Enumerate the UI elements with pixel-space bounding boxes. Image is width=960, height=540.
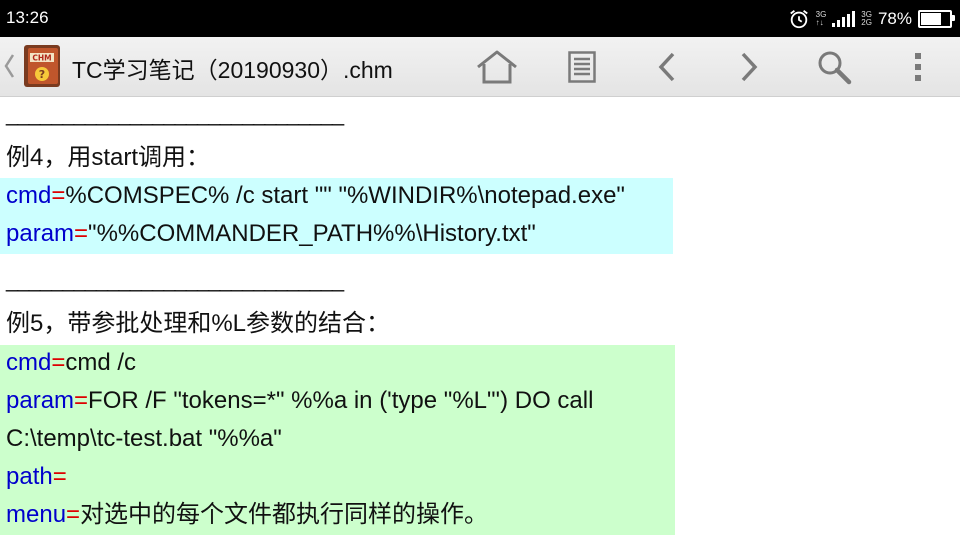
network-type-left: 3G ↑↓	[816, 11, 827, 27]
network-type-right: 3G 2G	[861, 11, 872, 27]
back-chevron-icon[interactable]	[2, 51, 16, 81]
signal-icon	[832, 11, 856, 27]
status-time: 13:26	[6, 8, 49, 27]
code-line: param=FOR /F "tokens=*" %%a in ('type "%…	[6, 387, 594, 414]
home-button[interactable]	[475, 45, 519, 89]
toc-button[interactable]	[560, 45, 604, 89]
separator-line: ______________________________	[6, 267, 344, 292]
battery-fill	[921, 13, 942, 25]
document-content: ______________________________ 例4，用start…	[0, 97, 960, 540]
status-bar: 13:26 3G ↑↓ 3G 2G 78%	[0, 0, 960, 37]
code-line: path=	[6, 463, 67, 490]
chevron-right-icon	[741, 52, 758, 82]
code-line: C:\temp\tc-test.bat "%%a"	[6, 425, 282, 452]
example4-heading: 例4，用start调用：	[6, 144, 211, 171]
toc-list-icon	[568, 51, 596, 83]
net-bottom-left: ↑↓	[815, 18, 824, 27]
alarm-icon	[789, 10, 808, 29]
more-options-button[interactable]	[896, 45, 940, 89]
status-icons: 3G ↑↓ 3G 2G 78%	[788, 6, 955, 32]
chevron-left-icon	[658, 52, 675, 82]
search-icon	[818, 51, 852, 85]
net-bottom-right: 2G	[861, 18, 872, 27]
battery-percent: 78%	[877, 9, 912, 28]
battery-icon	[918, 10, 955, 28]
app-icon-label: CHM	[32, 54, 51, 63]
chm-app-icon[interactable]: CHM ?	[20, 43, 64, 89]
search-button[interactable]	[812, 45, 856, 89]
app-icon-mark: ?	[39, 68, 45, 81]
code-line: param="%%COMMANDER_PATH%%\History.txt"	[6, 220, 536, 247]
previous-button[interactable]	[645, 45, 689, 89]
code-line: cmd=cmd /c	[6, 349, 137, 376]
home-icon	[477, 50, 517, 84]
code-line: menu=对选中的每个文件都执行同样的操作。	[6, 501, 489, 528]
example5-heading: 例5，带参批处理和%L参数的结合：	[6, 310, 391, 337]
document-title: TC学习笔记（20190930）.chm	[72, 57, 393, 83]
app-bar: CHM ? TC学习笔记（20190930）.chm	[0, 37, 960, 97]
more-vert-icon	[915, 53, 921, 81]
next-button[interactable]	[727, 45, 771, 89]
code-line: cmd=%COMSPEC% /c start "" "%WINDIR%\note…	[6, 182, 625, 209]
separator-line: ______________________________	[6, 101, 344, 126]
